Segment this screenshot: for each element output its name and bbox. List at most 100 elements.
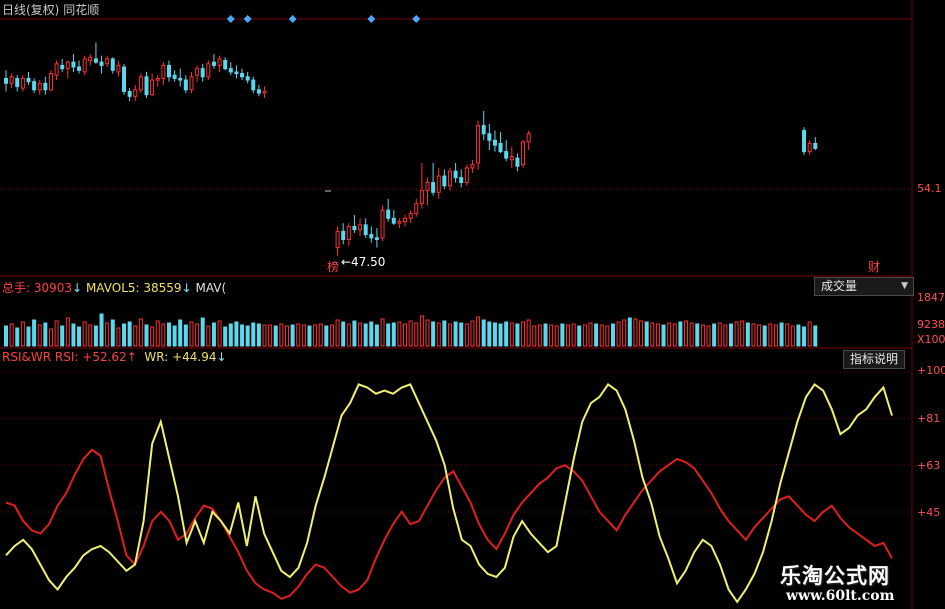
candle-body bbox=[335, 230, 340, 249]
volume-bar bbox=[178, 319, 183, 347]
volume-bar bbox=[639, 320, 644, 347]
signal-diamond-icon bbox=[226, 15, 235, 23]
volume-bar bbox=[577, 325, 582, 347]
candle-body bbox=[43, 82, 48, 91]
volume-bar bbox=[318, 323, 323, 347]
volume-bar bbox=[757, 324, 762, 347]
wr-arrow: ↓ bbox=[216, 350, 227, 364]
volume-bar bbox=[301, 324, 306, 347]
candle-body bbox=[48, 73, 53, 91]
candle-body bbox=[144, 76, 149, 96]
volume-name: 总手: bbox=[2, 281, 31, 295]
candle-body bbox=[20, 77, 25, 89]
volume-arrow: ↓ bbox=[72, 281, 83, 295]
volume-bar bbox=[442, 320, 447, 347]
candle-body bbox=[211, 61, 216, 66]
signal-diamond-icon bbox=[243, 15, 252, 23]
rsi-line bbox=[5, 448, 893, 600]
candle-body bbox=[116, 64, 121, 73]
candle-body bbox=[526, 133, 531, 143]
candle-body bbox=[453, 170, 458, 179]
signal-diamond-icon bbox=[367, 15, 376, 23]
volume-bar bbox=[414, 322, 419, 347]
volume-bar bbox=[54, 320, 59, 347]
indicator-help-button[interactable]: 指标说明 bbox=[843, 350, 906, 369]
volume-bar bbox=[133, 325, 138, 347]
candle-body bbox=[105, 58, 110, 65]
volume-bar bbox=[723, 324, 728, 347]
volume-bar bbox=[268, 324, 273, 347]
candle-body bbox=[476, 125, 481, 164]
finance-tag[interactable]: 财 bbox=[868, 258, 880, 275]
volume-bar bbox=[610, 323, 615, 347]
candle-body bbox=[436, 175, 441, 193]
chart-title[interactable]: 日线(复权) bbox=[2, 3, 59, 17]
volume-bar bbox=[369, 321, 374, 347]
volume-bar bbox=[4, 325, 8, 347]
candle-body bbox=[504, 151, 509, 159]
volume-bar bbox=[745, 322, 750, 347]
candle-body bbox=[363, 224, 368, 236]
candle-body bbox=[802, 129, 807, 153]
volume-bar bbox=[26, 326, 31, 347]
volume-bar bbox=[684, 320, 689, 347]
volume-bar bbox=[605, 325, 610, 347]
volume-bar bbox=[447, 323, 452, 347]
wr-value: +44.94 bbox=[172, 350, 217, 364]
candle-body bbox=[183, 79, 188, 91]
volume-bar bbox=[341, 321, 346, 347]
volume-bar bbox=[566, 324, 570, 347]
volume-bar bbox=[599, 324, 604, 347]
indicator-name: RSI&WR bbox=[2, 350, 52, 364]
volume-bar bbox=[431, 321, 436, 347]
volume-bar bbox=[762, 325, 767, 347]
volume-bar bbox=[779, 322, 784, 347]
volume-bar bbox=[93, 325, 98, 347]
volume-bar bbox=[740, 320, 745, 347]
volume-bar bbox=[217, 320, 222, 347]
volume-bar bbox=[200, 317, 205, 347]
candle-body bbox=[481, 125, 486, 135]
volume-bar bbox=[245, 325, 250, 347]
volume-bar bbox=[65, 317, 70, 347]
candle-body bbox=[380, 209, 385, 239]
candle-body bbox=[195, 68, 200, 76]
volume-bar bbox=[588, 322, 593, 347]
volume-bar bbox=[20, 321, 25, 347]
rsi-arrow: ↑ bbox=[126, 350, 137, 364]
candle-body bbox=[509, 156, 514, 161]
candle-body bbox=[82, 58, 87, 73]
volume-bar bbox=[240, 324, 245, 347]
volume-bar bbox=[509, 322, 514, 347]
candle-body bbox=[77, 66, 82, 71]
volume-bar bbox=[661, 324, 666, 347]
candle-body bbox=[178, 77, 183, 81]
watermark-url: www.60lt.com bbox=[786, 588, 895, 604]
candle-body bbox=[15, 77, 20, 88]
candle-body bbox=[99, 61, 104, 66]
volume-bar bbox=[262, 324, 267, 347]
volume-bar bbox=[206, 325, 211, 347]
volume-bar bbox=[582, 324, 587, 347]
volume-bar bbox=[515, 323, 520, 347]
volume-bar bbox=[352, 320, 357, 347]
chart-title-bar: 日线(复权) 同花顺 bbox=[2, 1, 99, 18]
mavol5-value: 38559 bbox=[143, 281, 182, 295]
volume-bar bbox=[172, 325, 177, 347]
volume-bar bbox=[796, 324, 801, 347]
candle-body bbox=[414, 203, 419, 214]
volume-bar bbox=[537, 324, 542, 347]
candle-body bbox=[408, 212, 413, 219]
candle-body bbox=[369, 234, 374, 239]
volume-indicator-dropdown[interactable]: 成交量 ▼ bbox=[814, 277, 914, 296]
volume-bar bbox=[689, 322, 694, 347]
volume-bar bbox=[223, 326, 228, 347]
candle-body bbox=[189, 76, 194, 91]
volume-bar bbox=[273, 325, 278, 347]
candle-body bbox=[37, 82, 42, 91]
candle-body bbox=[166, 64, 171, 78]
volume-bar bbox=[391, 322, 396, 347]
volume-bar bbox=[324, 325, 329, 347]
rsi-axis-label-45: +45 bbox=[917, 506, 941, 519]
volume-bar bbox=[358, 322, 363, 347]
